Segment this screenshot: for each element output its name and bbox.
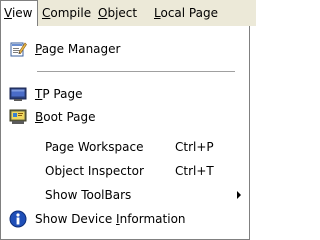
menu-item-label: Object Inspector [45, 164, 144, 178]
menu-object-after: bject [107, 6, 138, 20]
menu-item-tp-page[interactable]: TP Page [1, 83, 249, 105]
menu-item-label: Page Manager [35, 38, 120, 60]
menu-view[interactable]: View [0, 0, 38, 26]
menu-item-label: Show Device Information [35, 208, 186, 230]
menu-item-label-after: nformation [119, 212, 186, 226]
menu-bar: View Compile Object Local Page [0, 0, 256, 26]
menu-compile[interactable]: Compile [42, 0, 91, 26]
boot-page-icon [9, 108, 27, 126]
menu-item-label-mnemonic: B [35, 110, 44, 124]
menu-local-page[interactable]: Local Page [154, 0, 218, 26]
menu-item-label-after: P Page [42, 87, 83, 101]
menu-item-label-after: oot Page [43, 110, 96, 124]
tp-page-icon [9, 85, 27, 103]
menu-item-show-device-information[interactable]: Show Device Information [1, 208, 249, 230]
app-root: View Compile Object Local Page Page Mana… [0, 0, 256, 240]
menu-item-label: Boot Page [35, 106, 96, 128]
menu-object[interactable]: Object [98, 0, 137, 26]
page-manager-icon [9, 40, 27, 58]
menu-item-label: TP Page [35, 83, 82, 105]
menu-item-label-after: age Manager [41, 42, 121, 56]
menu-item-label-before: Show Device [35, 212, 117, 226]
menu-local-page-after: ocal Page [160, 6, 218, 20]
view-menu-dropdown: Page Manager TP Page Boot Page Page Work… [0, 26, 250, 240]
menu-view-after: iew [11, 6, 33, 20]
menu-item-boot-page[interactable]: Boot Page [1, 106, 249, 128]
menu-item-page-workspace[interactable]: Page Workspace Ctrl+P [1, 136, 249, 158]
menu-item-show-toolbars[interactable]: Show ToolBars [1, 184, 249, 206]
menu-item-label-mnemonic: P [35, 42, 42, 56]
menu-item-page-manager[interactable]: Page Manager [1, 38, 249, 60]
menu-item-shortcut: Ctrl+T [175, 164, 214, 178]
menu-item-label: Page Workspace [45, 140, 144, 154]
menu-separator [37, 71, 235, 73]
submenu-arrow-icon [237, 191, 241, 199]
menu-compile-after: ompile [50, 6, 92, 20]
menu-item-label: Show ToolBars [45, 188, 132, 202]
menu-item-shortcut: Ctrl+P [175, 140, 214, 154]
info-icon [9, 210, 27, 228]
menu-item-object-inspector[interactable]: Object Inspector Ctrl+T [1, 160, 249, 182]
menu-view-mnemonic: V [4, 6, 12, 20]
